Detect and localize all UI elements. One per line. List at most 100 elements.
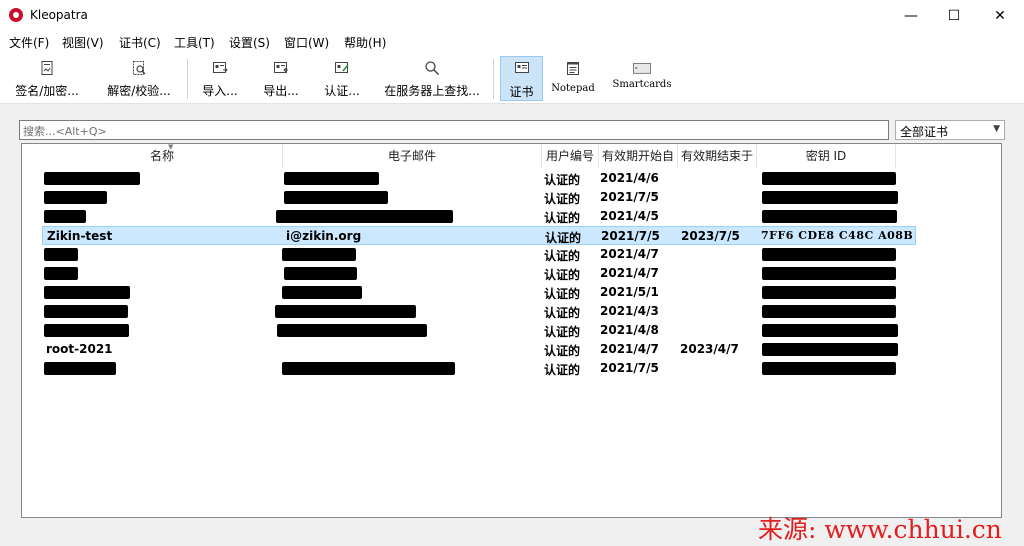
cell-valid-from: 2021/4/3 <box>600 304 659 318</box>
cell-valid-from: 2021/4/7 <box>600 266 659 280</box>
menu-view[interactable]: 视图(V) <box>62 34 104 51</box>
redacted-name <box>44 210 86 223</box>
certificate-table[interactable]: 名称 ▼ 电子邮件 用户编号 有效期开始自 有效期结束于 密钥 ID 认证的 20… <box>21 143 1002 518</box>
cell-key-id: 7FF6 CDE8 C48C A08B <box>761 229 914 242</box>
close-button[interactable]: ✕ <box>977 0 1023 31</box>
table-row[interactable]: 认证的 2021/4/5 <box>42 207 916 226</box>
redacted-name <box>44 172 140 185</box>
column-header-email[interactable]: 电子邮件 <box>283 144 542 168</box>
redacted-key-id <box>762 210 897 223</box>
table-row[interactable]: 认证的 2021/7/5 <box>42 188 916 207</box>
sign-encrypt-label: 签名/加密... <box>15 84 79 98</box>
decrypt-verify-button[interactable]: 解密/校验... <box>99 57 179 99</box>
certificate-icon <box>513 59 531 77</box>
redacted-key-id <box>762 248 896 261</box>
lookup-on-server-button[interactable]: 在服务器上查找... <box>380 57 484 99</box>
redacted-name <box>44 362 116 375</box>
notepad-button[interactable]: Notepad <box>549 57 597 99</box>
menu-help[interactable]: 帮助(H) <box>344 34 386 51</box>
redacted-email <box>282 286 362 299</box>
table-row[interactable]: 认证的 2021/4/7 <box>42 245 916 264</box>
cell-valid-from: 2021/7/5 <box>600 190 659 204</box>
column-header-valid-from[interactable]: 有效期开始自 <box>599 144 678 168</box>
menu-settings[interactable]: 设置(S) <box>229 34 270 51</box>
maximize-button[interactable]: ☐ <box>931 0 977 31</box>
certificate-filter-dropdown[interactable]: 全部证书 ▼ <box>895 120 1005 140</box>
toolbar-separator <box>493 59 494 99</box>
cell-name: root-2021 <box>46 342 113 356</box>
decrypt-verify-icon <box>130 59 148 76</box>
cell-valid-from: 2021/4/7 <box>600 247 659 261</box>
cell-user-id: 认证的 <box>544 268 581 282</box>
menu-bar: 文件(F) 视图(V) 证书(C) 工具(T) 设置(S) 窗口(W) 帮助(H… <box>0 31 1024 53</box>
export-label: 导出... <box>263 84 299 98</box>
column-header-key-id[interactable]: 密钥 ID <box>757 144 896 168</box>
column-header-valid-until[interactable]: 有效期结束于 <box>678 144 757 168</box>
menu-tools[interactable]: 工具(T) <box>174 34 215 51</box>
menu-file[interactable]: 文件(F) <box>9 34 49 51</box>
menu-certificates[interactable]: 证书(C) <box>119 34 161 51</box>
import-label: 导入... <box>202 84 238 98</box>
table-row[interactable]: 认证的 2021/4/3 <box>42 302 916 321</box>
cell-user-id: 认证的 <box>544 173 581 187</box>
redacted-name <box>44 286 130 299</box>
source-watermark: 来源: www.chhui.cn <box>758 515 1002 544</box>
search-icon <box>423 59 441 76</box>
cell-valid-from: 2021/4/6 <box>600 171 659 185</box>
filter-selected-value: 全部证书 <box>900 125 949 139</box>
redacted-name <box>44 305 128 318</box>
cell-name: Zikin-test <box>47 229 113 243</box>
certify-button[interactable]: 认证... <box>318 57 366 99</box>
sign-encrypt-button[interactable]: 签名/加密... <box>9 57 85 99</box>
window-title: Kleopatra <box>30 8 88 22</box>
certificates-view-button[interactable]: 证书 <box>500 56 543 101</box>
table-row[interactable]: 认证的 2021/4/7 <box>42 264 916 283</box>
sign-encrypt-icon <box>38 59 56 76</box>
cell-user-id: 认证的 <box>544 192 581 206</box>
import-button[interactable]: 导入... <box>196 57 244 99</box>
table-row[interactable]: 认证的 2021/4/8 <box>42 321 916 340</box>
smartcards-button[interactable]: Smartcards <box>609 57 675 99</box>
redacted-email <box>284 191 388 204</box>
redacted-key-id <box>762 286 896 299</box>
table-row[interactable]: root-2021 认证的 2021/4/7 2023/4/7 <box>42 340 916 359</box>
sort-indicator-icon: ▼ <box>168 143 174 151</box>
chevron-down-icon: ▼ <box>993 124 1000 134</box>
redacted-email <box>282 248 356 261</box>
search-placeholder: 搜索...<Alt+Q> <box>23 125 107 138</box>
redacted-key-id <box>762 362 896 375</box>
cell-user-id: 认证的 <box>544 306 581 320</box>
import-icon <box>211 59 229 76</box>
cell-user-id: 认证的 <box>544 211 581 225</box>
table-row[interactable]: 认证的 2021/4/6 <box>42 169 916 188</box>
minimize-button[interactable]: — <box>888 0 934 31</box>
title-bar: Kleopatra — ☐ ✕ <box>0 0 1024 31</box>
redacted-email <box>276 210 453 223</box>
export-icon <box>272 59 290 76</box>
search-input[interactable]: 搜索...<Alt+Q> <box>19 120 889 140</box>
cell-user-id: 认证的 <box>544 344 581 358</box>
redacted-key-id <box>762 324 898 337</box>
certify-label: 认证... <box>324 84 360 98</box>
notepad-icon <box>564 59 582 77</box>
table-row[interactable]: Zikin-test i@zikin.org 认证的 2021/7/5 2023/7/5… <box>42 226 916 245</box>
cell-user-id: 认证的 <box>545 231 582 245</box>
menu-window[interactable]: 窗口(W) <box>284 34 329 51</box>
column-header-user-id[interactable]: 用户编号 <box>542 144 599 168</box>
redacted-name <box>44 267 78 280</box>
redacted-key-id <box>762 267 896 280</box>
cell-user-id: 认证的 <box>544 249 581 263</box>
table-row[interactable]: 认证的 2021/7/5 <box>42 359 916 378</box>
cell-valid-from: 2021/4/8 <box>600 323 659 337</box>
certificates-view-label: 证书 <box>509 85 534 99</box>
export-button[interactable]: 导出... <box>257 57 305 99</box>
table-row[interactable]: 认证的 2021/5/1 <box>42 283 916 302</box>
cell-valid-from: 2021/4/5 <box>600 209 659 223</box>
cell-user-id: 认证的 <box>544 363 581 377</box>
cell-valid-from: 2021/7/5 <box>600 361 659 375</box>
redacted-name <box>44 191 107 204</box>
cell-valid-until: 2023/7/5 <box>681 229 740 243</box>
redacted-key-id <box>762 191 898 204</box>
redacted-key-id <box>762 305 896 318</box>
column-header-name[interactable]: 名称 <box>42 144 283 168</box>
